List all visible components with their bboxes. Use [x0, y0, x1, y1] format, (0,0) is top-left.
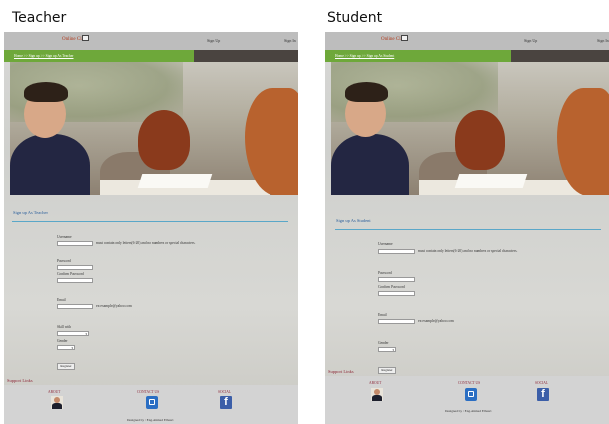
footer-social-title: SOCIAL [218, 390, 231, 394]
person-icon[interactable] [51, 396, 63, 409]
hero-photo [331, 62, 609, 195]
email-hint: ex:example@yahoo.com [418, 319, 454, 323]
nav-signup[interactable]: Sign Up [524, 38, 537, 43]
facebook-icon[interactable]: f [537, 388, 549, 401]
breadcrumb-bar-dark [194, 50, 298, 62]
breadcrumb[interactable]: Home >> Sign up >> Sign up As Teacher [14, 54, 74, 58]
skill-label: Skill with [57, 325, 72, 329]
caption-teacher: Teacher [12, 10, 67, 26]
teacher-signup-page: Online Class Sign Up Sign In Home >> Sig… [4, 32, 298, 424]
username-hint: must contain only letters(6-20) and no n… [418, 249, 518, 253]
contact-icon[interactable] [465, 388, 477, 401]
student-signup-page: Online Class Sign Up Sign In Home >> Sig… [325, 32, 609, 424]
designed-by: Designed by : Eng.Ahmed Elbasri [445, 409, 492, 413]
nav-signin[interactable]: Sign In [284, 38, 296, 43]
facebook-icon[interactable]: f [220, 396, 232, 409]
username-label: Username [57, 235, 72, 239]
password-input[interactable] [378, 277, 415, 282]
email-input[interactable] [378, 319, 415, 324]
confirm-password-label: Confirm Password [378, 285, 405, 289]
chevron-down-icon: ▾ [392, 348, 394, 352]
heading-rule [12, 221, 288, 222]
username-input[interactable] [378, 249, 415, 254]
page-title: Sign up As Teacher [13, 210, 48, 215]
top-bar [325, 32, 609, 50]
footer-contact-title: CONTACT US [458, 381, 481, 385]
chevron-down-icon: ▾ [85, 332, 87, 336]
nav-signup[interactable]: Sign Up [207, 38, 220, 43]
confirm-password-input[interactable] [378, 291, 415, 296]
password-label: Password [378, 271, 392, 275]
password-label: Password [57, 259, 71, 263]
heading-rule [335, 229, 601, 230]
hero-photo [10, 62, 298, 195]
support-links: Support Links [7, 378, 33, 383]
register-button[interactable]: Register [57, 363, 75, 370]
breadcrumb[interactable]: Home >> Sign up >> Sign up As Student [335, 54, 394, 58]
username-hint: must contain only letters(6-20) and no n… [96, 241, 196, 245]
gender-select[interactable]: ▾ [378, 347, 396, 352]
caption-student: Student [327, 10, 383, 26]
brand-icon [401, 35, 408, 41]
skill-select[interactable]: ▾ [57, 331, 89, 336]
password-input[interactable] [57, 265, 93, 270]
email-label: Email [57, 298, 66, 302]
designed-by: Designed by : Eng.Ahmed Elbasri [127, 418, 174, 422]
breadcrumb-bar-dark [511, 50, 609, 62]
support-links: Support Links [328, 369, 354, 374]
gender-label: Gender [378, 341, 389, 345]
footer-about-title: ABOUT [369, 381, 382, 385]
footer-about-title: ABOUT [48, 390, 61, 394]
person-icon[interactable] [371, 388, 383, 401]
register-button[interactable]: Register [378, 367, 396, 374]
username-label: Username [378, 242, 393, 246]
confirm-password-label: Confirm Password [57, 272, 84, 276]
footer-contact-title: CONTACT US [137, 390, 160, 394]
email-label: Email [378, 313, 387, 317]
email-input[interactable] [57, 304, 93, 309]
username-input[interactable] [57, 241, 93, 246]
top-bar [4, 32, 298, 50]
brand-icon [82, 35, 89, 41]
contact-icon[interactable] [146, 396, 158, 409]
footer-social-title: SOCIAL [535, 381, 548, 385]
email-hint: ex:example@yahoo.com [96, 304, 132, 308]
gender-label: Gender [57, 339, 68, 343]
gender-select[interactable]: ▾ [57, 345, 75, 350]
chevron-down-icon: ▾ [71, 346, 73, 350]
nav-signin[interactable]: Sign In [597, 38, 609, 43]
confirm-password-input[interactable] [57, 278, 93, 283]
page-title: Sign up As Student [336, 218, 371, 223]
